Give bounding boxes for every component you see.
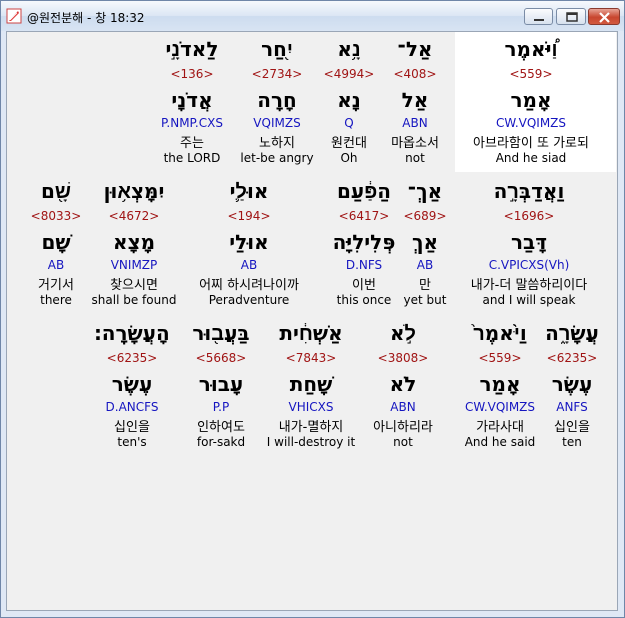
word-hebrew: וַ֠יֹּאמֶר bbox=[504, 37, 558, 61]
word-lemma: דָּבַר bbox=[511, 230, 547, 254]
title-bar[interactable]: @원전분해 - 창 18:32 bbox=[1, 1, 624, 31]
word-strong: <1696> bbox=[503, 209, 555, 223]
word-strong: <559> bbox=[509, 67, 553, 81]
feather-quill-icon bbox=[6, 8, 22, 24]
interlinear-view[interactable]: לַאדֹנָ֣י <136> אֲדֹנָי P.NMP.CXS 주는 the LORD… bbox=[6, 31, 618, 611]
window-title: @원전분해 - 창 18:32 bbox=[27, 11, 145, 25]
close-button[interactable] bbox=[588, 8, 620, 25]
word-korean: 십인을 bbox=[554, 420, 590, 435]
word-english: ten bbox=[562, 435, 582, 449]
word-lemma: אָמַר bbox=[510, 88, 552, 112]
app-window: @원전분해 - 창 18:32 לַאדֹנָ֣י <136> אֲדֹנָי P.N… bbox=[0, 0, 625, 618]
word-morph: C.VPICXS(Vh) bbox=[488, 258, 570, 272]
word-korean: 내가-더 말씀하리이다 bbox=[470, 278, 588, 293]
word-lemma: עֶשֶׂר bbox=[551, 372, 593, 396]
word-hebrew: וַאֲדַבְּרָ֣ה bbox=[493, 179, 565, 203]
word-english: and I will speak bbox=[482, 293, 576, 307]
word-english: And he siad bbox=[495, 151, 567, 165]
minimize-button[interactable] bbox=[524, 8, 553, 25]
word-korean: 아브라함이 또 가로되 bbox=[473, 136, 589, 151]
close-icon bbox=[599, 12, 610, 23]
word-morph: ANFS bbox=[556, 400, 588, 414]
minimize-icon bbox=[534, 19, 544, 21]
word-strong: <6235> bbox=[546, 351, 598, 365]
word-hebrew: עֲשָׂרָ֑ה bbox=[545, 321, 599, 345]
word-morph: CW.VQIMZS bbox=[495, 116, 567, 130]
maximize-icon bbox=[566, 12, 578, 22]
maximize-button[interactable] bbox=[556, 8, 586, 25]
